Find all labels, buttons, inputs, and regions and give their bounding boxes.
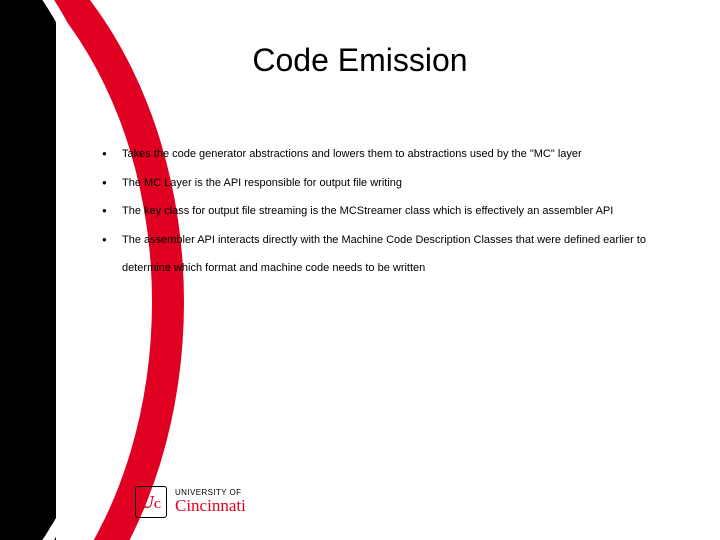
bullet-list: Takes the code generator abstractions an…: [100, 140, 690, 283]
logo-mark-text: UC: [141, 493, 161, 511]
bullet-item: Takes the code generator abstractions an…: [100, 140, 690, 169]
bullet-item: The MC Layer is the API responsible for …: [100, 169, 690, 198]
bullet-item: The key class for output file streaming …: [100, 197, 690, 226]
logo-mark-icon: UC: [135, 486, 167, 518]
logo-text: UNIVERSITY OF Cincinnati: [175, 489, 246, 515]
slide-title: Code Emission: [0, 42, 720, 79]
slide-body: Takes the code generator abstractions an…: [100, 140, 690, 283]
slide: Code Emission Takes the code generator a…: [0, 0, 720, 540]
logo-line2: Cincinnati: [175, 497, 246, 515]
university-logo: UC UNIVERSITY OF Cincinnati: [135, 486, 246, 518]
bullet-item: The assembler API interacts directly wit…: [100, 226, 690, 283]
